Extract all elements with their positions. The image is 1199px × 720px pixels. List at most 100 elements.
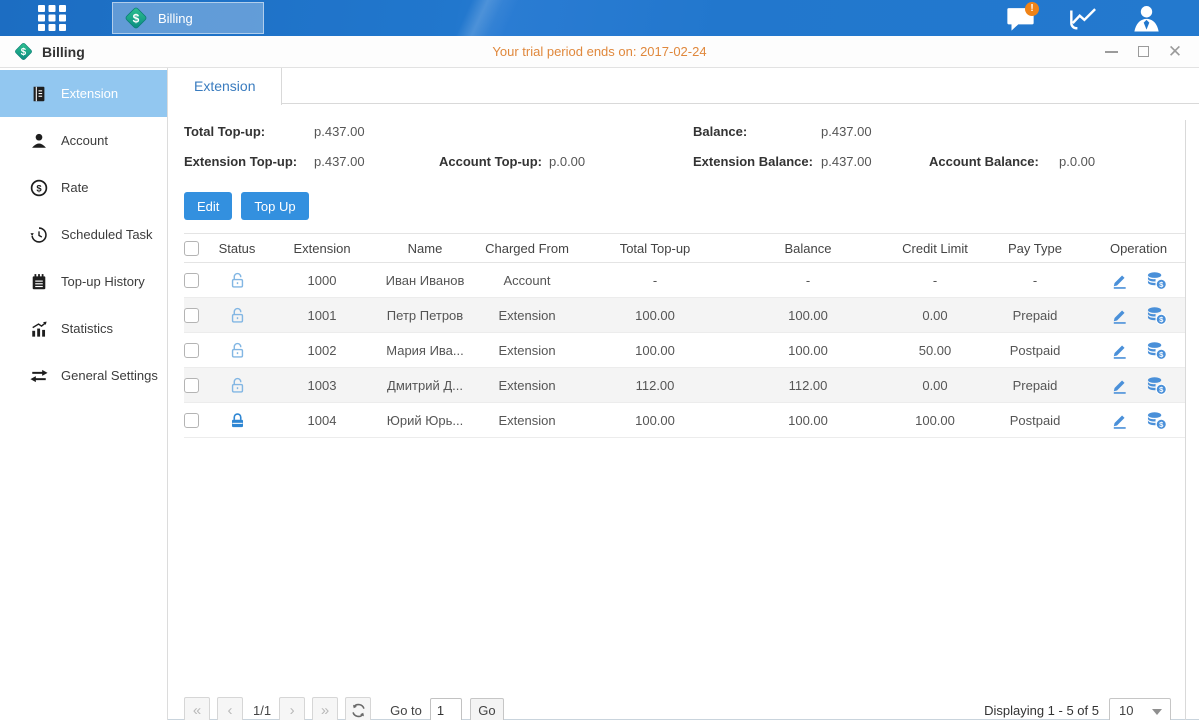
edit-row-icon[interactable] (1110, 411, 1129, 430)
taskbar: $ Billing ! (0, 0, 1199, 36)
row-checkbox[interactable] (184, 343, 199, 358)
user-button[interactable] (1129, 3, 1163, 33)
row-checkbox[interactable] (184, 308, 199, 323)
table-row[interactable]: 1001 Петр Петров Extension 100.00 100.00… (184, 298, 1185, 333)
top-up-row-icon[interactable]: $ (1146, 376, 1167, 395)
top-up-button[interactable]: Top Up (241, 192, 308, 220)
taskbar-tab-billing[interactable]: $ Billing (112, 2, 264, 34)
unlocked-icon (228, 376, 247, 395)
table-row[interactable]: 1002 Мария Ива... Extension 100.00 100.0… (184, 333, 1185, 368)
cell-total-topup: 100.00 (586, 308, 724, 323)
page-size-select[interactable]: 10 (1109, 698, 1171, 720)
next-page-button[interactable]: › (279, 697, 305, 720)
sidebar-item-extension[interactable]: Extension (0, 70, 167, 117)
table-row[interactable]: 1003 Дмитрий Д... Extension 112.00 112.0… (184, 368, 1185, 403)
minimize-button[interactable] (1103, 44, 1119, 60)
cell-total-topup: 100.00 (586, 413, 724, 428)
history-clock-icon (30, 226, 48, 244)
monitor-button[interactable] (1066, 3, 1100, 33)
goto-label: Go to (390, 703, 422, 718)
go-button[interactable]: Go (470, 698, 504, 720)
taskbar-tray: ! (1003, 0, 1163, 36)
cell-credit-limit: 0.00 (892, 308, 978, 323)
sidebar-item-general-settings[interactable]: General Settings (0, 352, 167, 399)
goto-page-input[interactable] (430, 698, 462, 720)
header-credit-limit[interactable]: Credit Limit (892, 241, 978, 256)
cell-total-topup: 112.00 (586, 378, 724, 393)
unlocked-icon (228, 341, 247, 360)
close-button[interactable]: ✕ (1167, 44, 1183, 60)
header-operation[interactable]: Operation (1092, 241, 1185, 256)
sidebar-item-label: Statistics (61, 321, 113, 336)
top-up-row-icon[interactable]: $ (1146, 341, 1167, 360)
edit-row-icon[interactable] (1110, 341, 1129, 360)
cell-total-topup: - (586, 273, 724, 288)
cell-balance: 100.00 (724, 343, 892, 358)
notepad-icon (30, 273, 48, 291)
taskbar-tab-label: Billing (158, 11, 193, 26)
header-balance[interactable]: Balance (724, 241, 892, 256)
header-name[interactable]: Name (382, 241, 468, 256)
table-row[interactable]: 1004 Юрий Юрь... Extension 100.00 100.00… (184, 403, 1185, 438)
app-grid-icon (35, 4, 69, 32)
cell-name: Мария Ива... (382, 343, 468, 358)
cell-balance: 112.00 (724, 378, 892, 393)
svg-text:$: $ (133, 12, 140, 26)
first-page-button[interactable]: « (184, 697, 210, 720)
trial-notice: Your trial period ends on: 2017-02-24 (0, 44, 1199, 59)
sidebar-item-label: Rate (61, 180, 88, 195)
row-checkbox[interactable] (184, 273, 199, 288)
top-up-row-icon[interactable]: $ (1146, 271, 1167, 290)
displaying-text: Displaying 1 - 5 of 5 (984, 703, 1099, 718)
header-pay-type[interactable]: Pay Type (978, 241, 1092, 256)
row-checkbox[interactable] (184, 378, 199, 393)
select-all-checkbox[interactable] (184, 241, 199, 256)
account-topup-label: Account Top-up: (439, 154, 542, 169)
app-grid-button[interactable] (33, 3, 71, 33)
account-topup-value: p.0.00 (549, 154, 585, 169)
tab-extension[interactable]: Extension (168, 68, 282, 105)
balance-summary: Total Top-up: p.437.00 Balance: p.437.00… (184, 120, 1185, 180)
total-topup-value: p.437.00 (314, 124, 365, 139)
header-extension[interactable]: Extension (262, 241, 382, 256)
cell-total-topup: 100.00 (586, 343, 724, 358)
account-balance-value: p.0.00 (1059, 154, 1095, 169)
refresh-icon (351, 703, 366, 718)
account-balance-label: Account Balance: (929, 154, 1039, 169)
sidebar-item-account[interactable]: Account (0, 117, 167, 164)
table-header-row: Status Extension Name Charged From Total… (184, 233, 1185, 263)
last-page-button[interactable]: » (312, 697, 338, 720)
tab-bar: Extension (168, 68, 1199, 104)
cell-charged-from: Extension (468, 413, 586, 428)
sidebar-item-topup-history[interactable]: Top-up History (0, 258, 167, 305)
header-status[interactable]: Status (212, 241, 262, 256)
header-charged-from[interactable]: Charged From (468, 241, 586, 256)
cell-name: Иван Иванов (382, 273, 468, 288)
cell-extension: 1002 (262, 343, 382, 358)
refresh-button[interactable] (345, 697, 371, 720)
sidebar-item-label: Top-up History (61, 274, 145, 289)
row-checkbox[interactable] (184, 413, 199, 428)
edit-button[interactable]: Edit (184, 192, 232, 220)
chevron-down-icon (1152, 709, 1162, 715)
sidebar-item-rate[interactable]: $ Rate (0, 164, 167, 211)
header-total-topup[interactable]: Total Top-up (586, 241, 724, 256)
table-row[interactable]: 1000 Иван Иванов Account - - - - $ (184, 263, 1185, 298)
cell-extension: 1003 (262, 378, 382, 393)
edit-row-icon[interactable] (1110, 306, 1129, 325)
sidebar-item-scheduled-task[interactable]: Scheduled Task (0, 211, 167, 258)
edit-row-icon[interactable] (1110, 376, 1129, 395)
page-size-value: 10 (1119, 703, 1133, 718)
cell-balance: 100.00 (724, 413, 892, 428)
top-up-row-icon[interactable]: $ (1146, 306, 1167, 325)
sidebar-item-statistics[interactable]: Statistics (0, 305, 167, 352)
extensions-table: Status Extension Name Charged From Total… (184, 233, 1185, 438)
top-up-row-icon[interactable]: $ (1146, 411, 1167, 430)
chat-button[interactable]: ! (1003, 3, 1037, 33)
maximize-button[interactable] (1135, 44, 1151, 60)
cell-extension: 1004 (262, 413, 382, 428)
edit-row-icon[interactable] (1110, 271, 1129, 290)
cell-credit-limit: 100.00 (892, 413, 978, 428)
billing-window-icon: $ (13, 41, 34, 62)
prev-page-button[interactable]: ‹ (217, 697, 243, 720)
